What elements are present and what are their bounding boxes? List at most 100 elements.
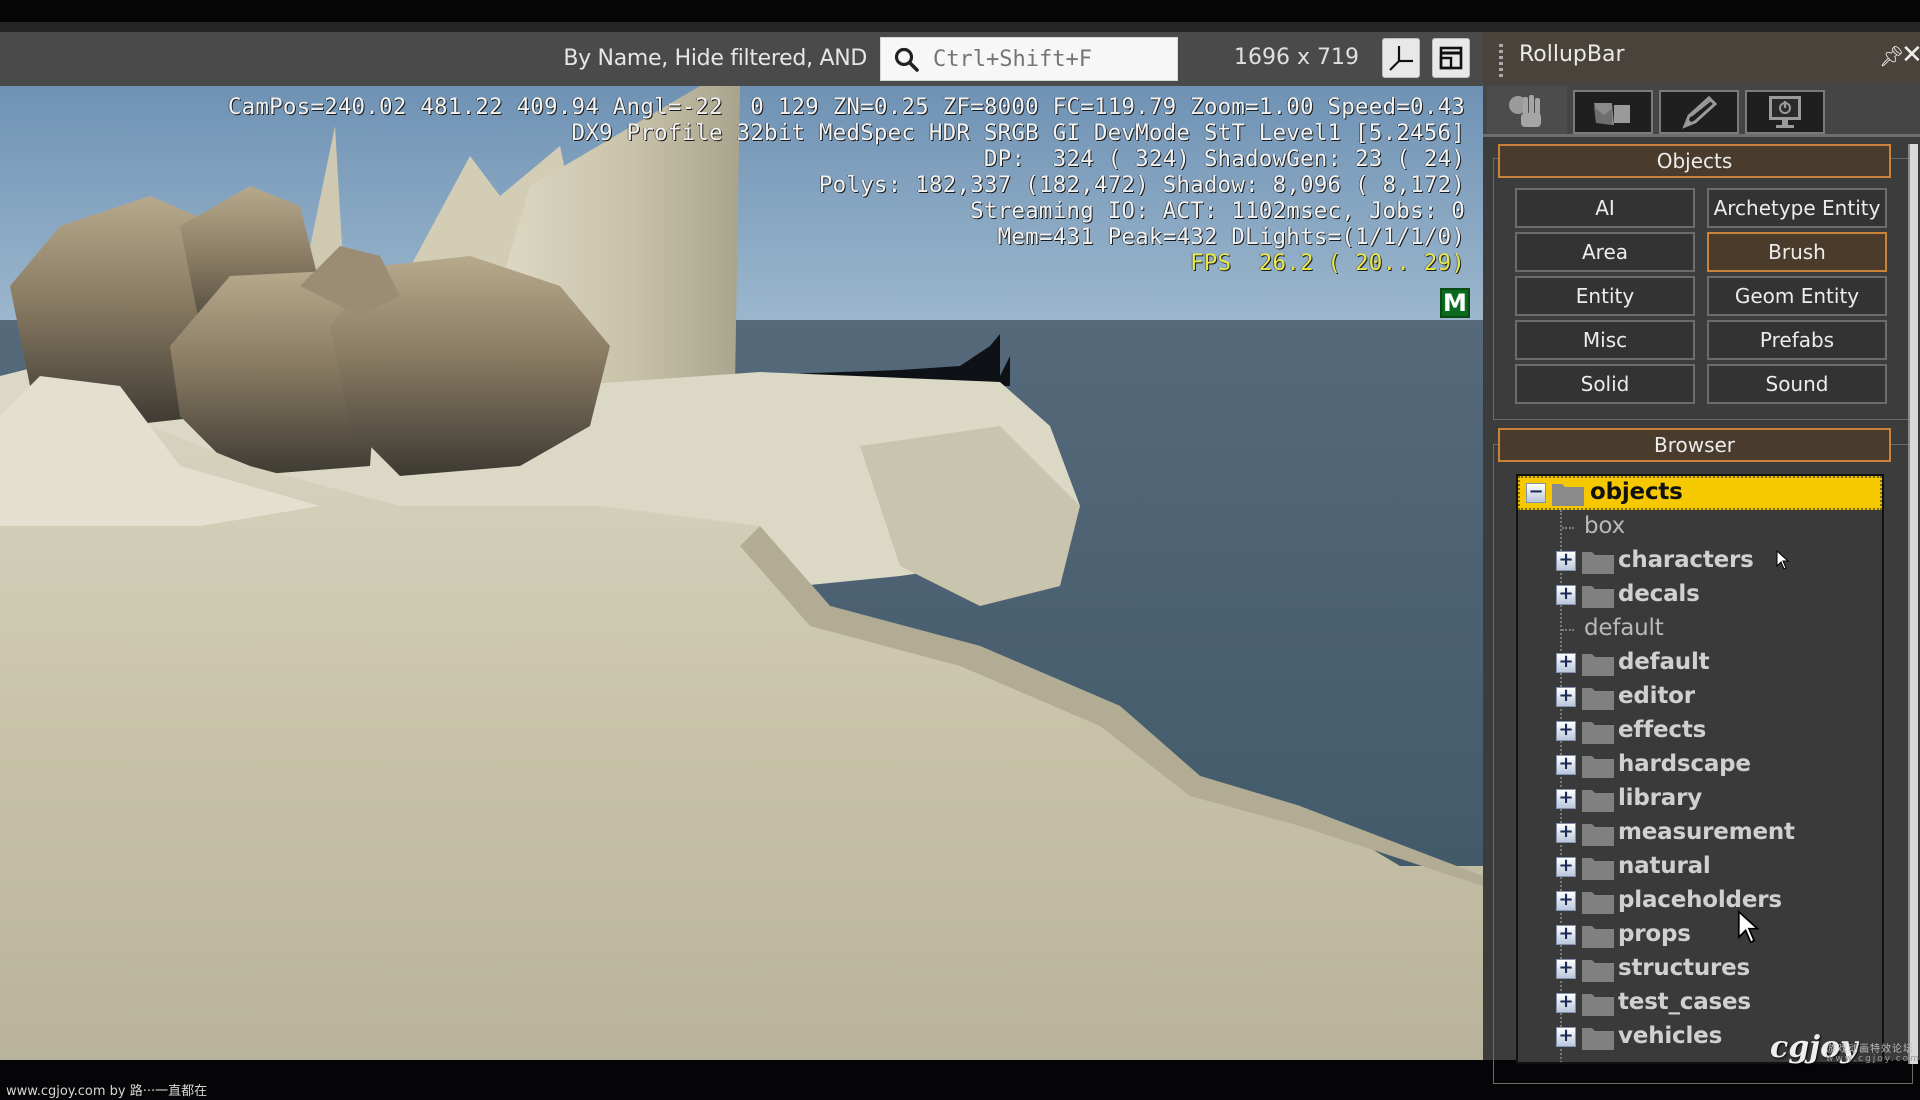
tree-item-hardscape[interactable]: + hardscape bbox=[1518, 748, 1882, 782]
tree-item-effects[interactable]: + effects bbox=[1518, 714, 1882, 748]
object-type-area-button[interactable]: Area bbox=[1515, 232, 1695, 272]
tree-item-box[interactable]: box bbox=[1518, 510, 1882, 544]
object-browser-tree: − objects box + characters + decals defa… bbox=[1516, 474, 1884, 1064]
axis-gizmo-icon bbox=[1389, 46, 1413, 71]
expand-icon[interactable]: + bbox=[1556, 925, 1576, 945]
rollup-title: RollupBar bbox=[1519, 42, 1625, 67]
expand-icon[interactable]: + bbox=[1556, 789, 1576, 809]
maximize-viewport-button[interactable] bbox=[1432, 38, 1470, 78]
tree-item-characters[interactable]: + characters bbox=[1518, 544, 1882, 578]
drag-grip-icon[interactable] bbox=[1499, 44, 1503, 78]
terrain-icon bbox=[1594, 103, 1630, 125]
expand-icon[interactable]: + bbox=[1556, 959, 1576, 979]
expand-icon[interactable]: + bbox=[1556, 857, 1576, 877]
axis-gizmo-button[interactable] bbox=[1382, 38, 1420, 78]
object-type-geom-entity-button[interactable]: Geom Entity bbox=[1707, 276, 1887, 316]
tree-item-label: objects bbox=[1590, 479, 1683, 505]
object-type-sound-button[interactable]: Sound bbox=[1707, 364, 1887, 404]
rollup-bar: RollupBar 📌︎ ✕ Objects AI Archetype Enti… bbox=[1483, 32, 1920, 1084]
top-black-band bbox=[0, 0, 1920, 22]
tree-item-decals[interactable]: + decals bbox=[1518, 578, 1882, 612]
tree-item-default-leaf[interactable]: default bbox=[1518, 612, 1882, 646]
object-type-entity-button[interactable]: Entity bbox=[1515, 276, 1695, 316]
object-type-prefabs-button[interactable]: Prefabs bbox=[1707, 320, 1887, 360]
tree-item-label: test_cases bbox=[1618, 989, 1751, 1015]
object-type-solid-button[interactable]: Solid bbox=[1515, 364, 1695, 404]
tree-item-label: effects bbox=[1618, 717, 1707, 743]
top-strip bbox=[0, 22, 1920, 32]
rollup-header: RollupBar 📌︎ ✕ bbox=[1483, 32, 1920, 84]
panel-scrollbar[interactable] bbox=[1908, 144, 1918, 1064]
fps-readout: FPS 26.2 ( 20.. 29) bbox=[1190, 250, 1465, 276]
close-icon[interactable]: ✕ bbox=[1901, 40, 1920, 70]
expand-icon[interactable]: + bbox=[1556, 823, 1576, 843]
object-type-archetype-entity-button[interactable]: Archetype Entity bbox=[1707, 188, 1887, 228]
object-type-ai-button[interactable]: AI bbox=[1515, 188, 1695, 228]
object-type-brush-button[interactable]: Brush bbox=[1707, 232, 1887, 272]
mode-badge: M bbox=[1440, 288, 1470, 318]
search-input[interactable] bbox=[933, 38, 1173, 80]
hand-icon bbox=[1509, 95, 1541, 127]
tree-item-label: box bbox=[1584, 513, 1625, 539]
tree-item-label: vehicles bbox=[1618, 1023, 1723, 1049]
viewport-resolution: 1696 x 719 bbox=[1234, 45, 1359, 70]
tree-item-natural[interactable]: + natural bbox=[1518, 850, 1882, 884]
tree-item-label: decals bbox=[1618, 581, 1700, 607]
expand-icon[interactable]: + bbox=[1556, 891, 1576, 911]
debug-hud: CamPos=240.02 481.22 409.94 Angl=-22 0 1… bbox=[228, 94, 1465, 276]
expand-icon[interactable]: + bbox=[1556, 755, 1576, 775]
tree-item-test-cases[interactable]: + test_cases bbox=[1518, 986, 1882, 1020]
tree-guide-line bbox=[1562, 527, 1574, 529]
hud-line: DX9 Profile 32bit MedSpec HDR SRGB GI De… bbox=[571, 120, 1465, 146]
expand-icon[interactable]: + bbox=[1556, 653, 1576, 673]
folder-icon bbox=[1552, 484, 1584, 506]
tree-item-structures[interactable]: + structures bbox=[1518, 952, 1882, 986]
expand-icon[interactable]: + bbox=[1556, 585, 1576, 605]
3d-viewport[interactable]: CamPos=240.02 481.22 409.94 Angl=-22 0 1… bbox=[0, 86, 1483, 1060]
expand-icon[interactable]: + bbox=[1556, 687, 1576, 707]
tree-item-label: props bbox=[1618, 921, 1691, 947]
tab-modify[interactable] bbox=[1659, 90, 1739, 134]
folder-icon bbox=[1582, 892, 1614, 914]
objects-section-header[interactable]: Objects bbox=[1498, 144, 1891, 178]
folder-icon bbox=[1582, 790, 1614, 812]
rollup-tabs bbox=[1483, 84, 1920, 136]
browser-section-header[interactable]: Browser bbox=[1498, 428, 1891, 462]
expand-icon[interactable]: + bbox=[1556, 551, 1576, 571]
filter-mode-label[interactable]: By Name, Hide filtered, AND bbox=[563, 46, 867, 71]
tree-item-label: editor bbox=[1618, 683, 1695, 709]
expand-icon[interactable]: + bbox=[1556, 1027, 1576, 1047]
tree-item-placeholders[interactable]: + placeholders bbox=[1518, 884, 1882, 918]
tree-item-label: hardscape bbox=[1618, 751, 1751, 777]
search-icon bbox=[894, 47, 919, 72]
folder-icon bbox=[1582, 552, 1614, 574]
folder-icon bbox=[1582, 722, 1614, 744]
expand-icon[interactable]: + bbox=[1556, 721, 1576, 741]
maximize-viewport-icon bbox=[1439, 46, 1463, 70]
tab-display[interactable] bbox=[1745, 90, 1825, 134]
hud-line: CamPos=240.02 481.22 409.94 Angl=-22 0 1… bbox=[227, 94, 1465, 120]
object-type-misc-button[interactable]: Misc bbox=[1515, 320, 1695, 360]
hud-line: Streaming IO: ACT: 1102msec, Jobs: 0 bbox=[970, 198, 1465, 224]
search-box[interactable] bbox=[880, 37, 1178, 81]
collapse-icon[interactable]: − bbox=[1526, 483, 1546, 503]
expand-icon[interactable]: + bbox=[1556, 993, 1576, 1013]
hud-line: Polys: 182,337 (182,472) Shadow: 8,096 (… bbox=[818, 172, 1465, 198]
tab-terrain[interactable] bbox=[1573, 90, 1653, 134]
tree-item-measurement[interactable]: + measurement bbox=[1518, 816, 1882, 850]
folder-icon bbox=[1582, 654, 1614, 676]
tree-item-default[interactable]: + default bbox=[1518, 646, 1882, 680]
tree-item-label: default bbox=[1618, 649, 1710, 675]
tree-item-label: default bbox=[1584, 615, 1664, 641]
folder-icon bbox=[1582, 756, 1614, 778]
tree-item-objects[interactable]: − objects bbox=[1518, 476, 1882, 510]
tree-item-library[interactable]: + library bbox=[1518, 782, 1882, 816]
tree-item-editor[interactable]: + editor bbox=[1518, 680, 1882, 714]
folder-icon bbox=[1582, 824, 1614, 846]
tree-item-props[interactable]: + props bbox=[1518, 918, 1882, 952]
mouse-cursor-icon bbox=[1776, 550, 1790, 570]
hud-line: Mem=431 Peak=432 DLights=(1/1/1/0) bbox=[997, 224, 1465, 250]
tree-item-label: measurement bbox=[1618, 819, 1795, 845]
tab-objects[interactable] bbox=[1487, 86, 1567, 136]
viewport-toolbar: By Name, Hide filtered, AND 1696 x 719 bbox=[0, 32, 1490, 86]
